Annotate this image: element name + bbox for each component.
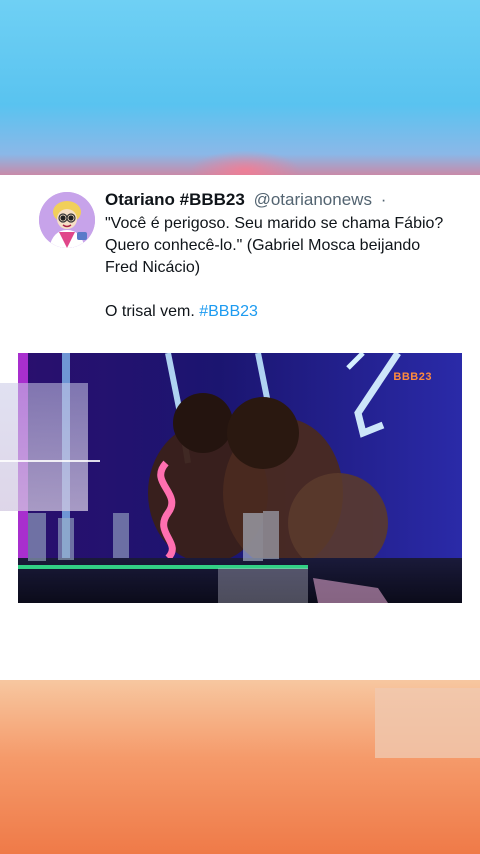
background-blotch — [375, 688, 480, 758]
bbb-watermark: BBB23 — [393, 371, 432, 383]
user-handle[interactable]: @otarianonews — [254, 190, 372, 209]
compression-artifact — [0, 383, 100, 511]
tweet-header: Otariano #BBB23 @otarianonews · — [105, 190, 475, 210]
background-top-blur — [0, 0, 480, 190]
background-bottom-blur — [0, 680, 480, 854]
avatar-cartoon-icon — [39, 192, 95, 248]
tweet-line2-text: O trisal vem. — [105, 303, 200, 320]
avatar[interactable] — [39, 192, 95, 248]
tweet-quote: "Você é perigoso. Seu marido se chama Fá… — [105, 215, 444, 276]
header-separator: · — [380, 190, 387, 209]
tweet-line2: O trisal vem. #BBB23 — [105, 301, 455, 323]
tweet-text: "Você é perigoso. Seu marido se chama Fá… — [105, 213, 455, 323]
display-name[interactable]: Otariano #BBB23 — [105, 190, 245, 209]
artifact-line — [0, 460, 100, 462]
hashtag-link[interactable]: #BBB23 — [199, 303, 258, 320]
